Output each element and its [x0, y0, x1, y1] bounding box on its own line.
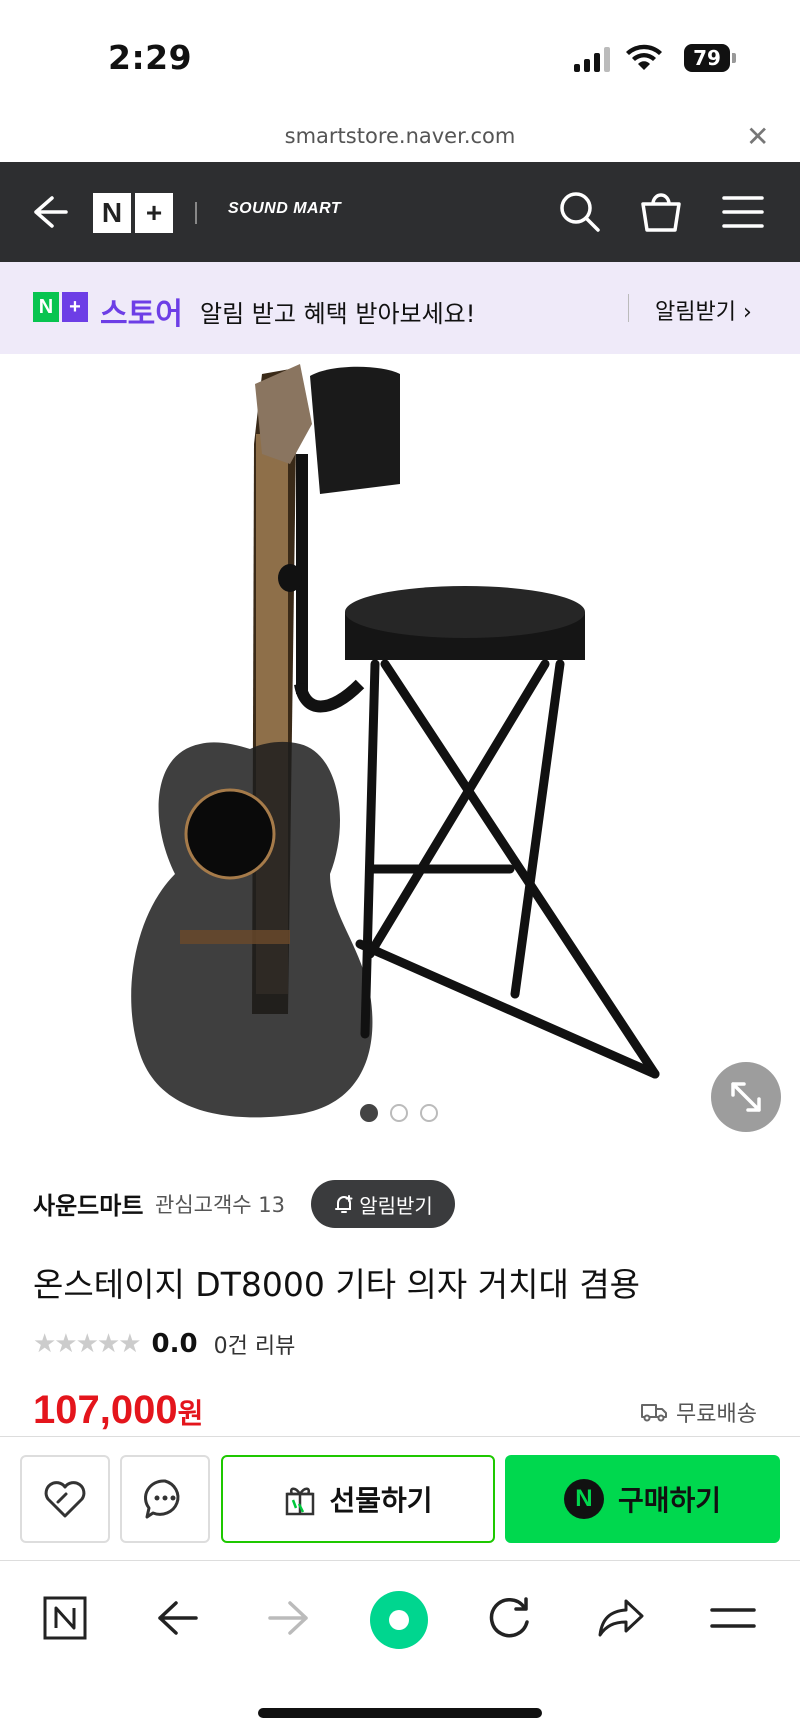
- refresh-icon[interactable]: [486, 1595, 532, 1641]
- status-bar: 2:29 79: [0, 0, 800, 110]
- menu-icon[interactable]: [710, 1595, 756, 1641]
- naver-plus-store-logo: N +: [33, 292, 88, 322]
- browser-forward-icon[interactable]: [266, 1595, 310, 1641]
- menu-icon[interactable]: [722, 192, 764, 232]
- product-title: 온스테이지 DT8000 기타 의자 거치대 겸용: [33, 1265, 641, 1304]
- battery-tip: [732, 53, 736, 63]
- talk-button[interactable]: [120, 1455, 210, 1543]
- gift-button[interactable]: 선물하기: [221, 1455, 495, 1543]
- truck-icon: [641, 1404, 667, 1422]
- chat-bubble-icon: [144, 1479, 180, 1519]
- battery-icon: 79: [684, 44, 730, 72]
- seller-alarm-button[interactable]: 알림받기: [311, 1180, 455, 1228]
- shipping-label: 무료배송: [676, 1402, 757, 1427]
- green-dot-home-icon[interactable]: [368, 1589, 430, 1651]
- product-price: 107,000원: [33, 1388, 203, 1433]
- product-rating[interactable]: ★★★★★ 0.0 0건 리뷰: [33, 1328, 295, 1360]
- buy-button[interactable]: N 구매하기: [505, 1455, 780, 1543]
- store-brand-logo[interactable]: SOUND MART: [228, 200, 341, 218]
- share-icon[interactable]: [596, 1595, 646, 1641]
- logo-n: N: [93, 193, 131, 233]
- logo-plus: +: [135, 193, 173, 233]
- clock: 2:29: [108, 38, 193, 77]
- expand-image-button[interactable]: [711, 1062, 781, 1132]
- wishlist-button[interactable]: [20, 1455, 110, 1543]
- image-carousel-indicator[interactable]: [360, 1104, 438, 1122]
- search-icon[interactable]: [558, 190, 602, 234]
- naver-plus-logo[interactable]: N +: [93, 193, 173, 233]
- store-header: N + SOUND MART: [0, 162, 800, 262]
- promo-divider: [628, 294, 629, 322]
- bell-plus-icon: [335, 1195, 353, 1213]
- store-label: 스토어: [100, 297, 183, 332]
- seller-alarm-label: 알림받기: [359, 1193, 433, 1218]
- npay-icon: N: [563, 1479, 604, 1519]
- wifi-icon: [626, 44, 662, 70]
- subscribe-alarm-link[interactable]: 알림받기 ›: [655, 294, 752, 326]
- header-divider: [195, 202, 197, 224]
- rating-stars: ★★★★★: [33, 1329, 142, 1359]
- close-icon[interactable]: ✕: [746, 120, 769, 153]
- notification-promo-banner[interactable]: N + 스토어 알림 받고 혜택 받아보세요! 알림받기 ›: [0, 262, 800, 354]
- cart-icon[interactable]: [638, 188, 684, 234]
- purchase-action-bar: 선물하기 N 구매하기: [0, 1436, 800, 1560]
- review-count[interactable]: 0건 리뷰: [214, 1328, 296, 1360]
- seller-info: 사운드마트 관심고객수 13 알림받기: [33, 1180, 773, 1230]
- gift-label: 선물하기: [329, 1484, 433, 1517]
- product-photo-guitar-chair: [131, 364, 660, 1118]
- naver-home-icon[interactable]: [42, 1595, 88, 1641]
- seller-follower-count: 관심고객수 13: [155, 1193, 285, 1217]
- signal-icon: [574, 46, 610, 72]
- expand-icon: [731, 1082, 761, 1112]
- price-currency: 원: [177, 1397, 204, 1430]
- carousel-dot-3[interactable]: [420, 1104, 438, 1122]
- carousel-dot-2[interactable]: [390, 1104, 408, 1122]
- carousel-dot-1[interactable]: [360, 1104, 378, 1122]
- browser-back-icon[interactable]: [156, 1595, 200, 1641]
- seller-name[interactable]: 사운드마트: [33, 1186, 143, 1221]
- gift-icon: [286, 1487, 315, 1516]
- home-indicator[interactable]: [258, 1708, 542, 1718]
- price-value: 107,000: [33, 1388, 178, 1432]
- buy-label: 구매하기: [617, 1484, 722, 1517]
- url-bar[interactable]: smartstore.naver.com ✕: [0, 110, 800, 160]
- rating-score: 0.0: [151, 1329, 198, 1359]
- heart-icon: [44, 1481, 86, 1518]
- back-arrow-icon[interactable]: [30, 190, 70, 234]
- shipping-info: 무료배송: [640, 1396, 757, 1428]
- url-text[interactable]: smartstore.naver.com: [0, 124, 800, 148]
- product-image[interactable]: [0, 354, 800, 1144]
- promo-message: 알림 받고 혜택 받아보세요!: [200, 300, 476, 328]
